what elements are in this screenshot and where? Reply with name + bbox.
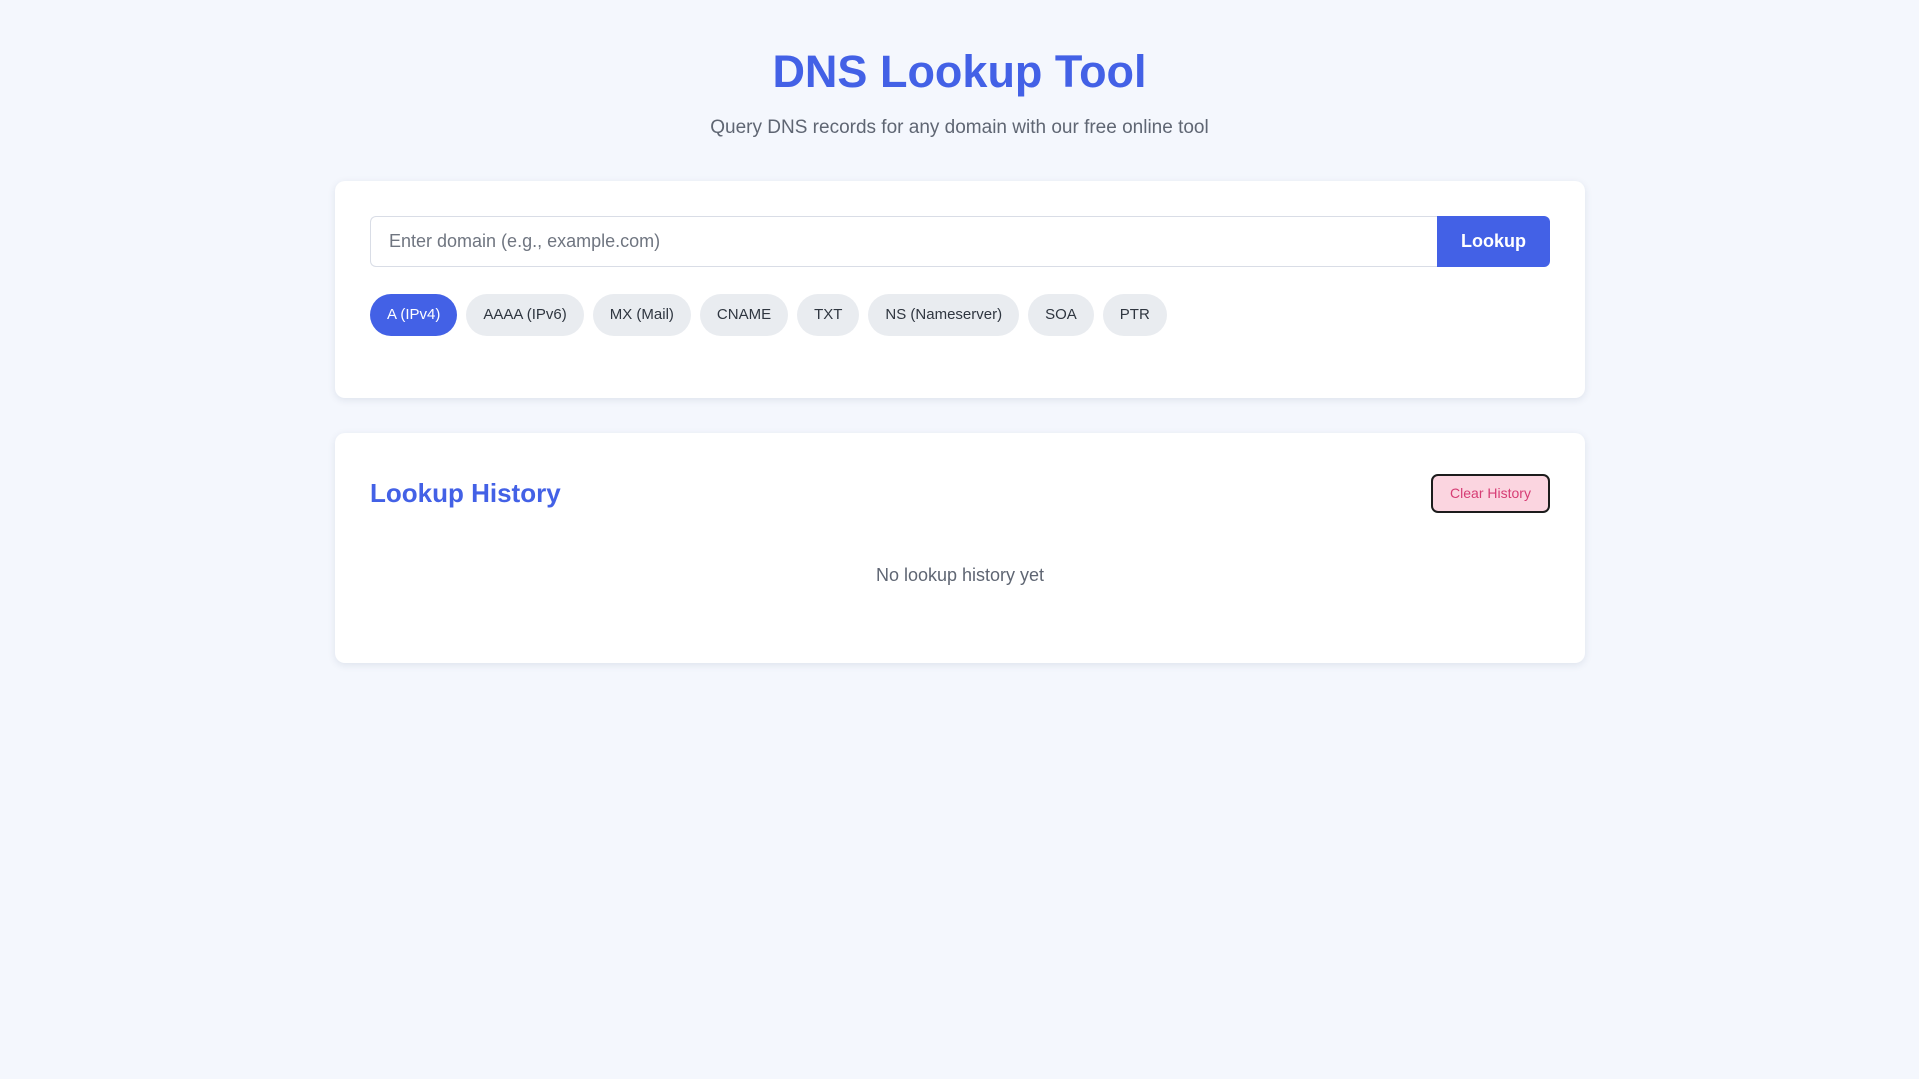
search-row: Lookup (370, 216, 1550, 267)
lookup-button[interactable]: Lookup (1437, 216, 1550, 267)
record-type-mx[interactable]: MX (Mail) (592, 294, 691, 336)
history-empty-message: No lookup history yet (875, 565, 1045, 585)
page: DNS Lookup Tool Query DNS records for an… (0, 0, 1919, 1079)
clear-history-button[interactable]: Clear History (1431, 473, 1550, 513)
page-subtitle: Query DNS records for any domain with ou… (710, 117, 1209, 138)
record-type-cname[interactable]: CNAME (699, 294, 789, 336)
record-type-txt[interactable]: TXT (797, 294, 860, 336)
record-type-a[interactable]: A (IPv4) (370, 294, 458, 336)
page-header: DNS Lookup Tool Query DNS records for an… (0, 0, 1919, 142)
record-type-aaaa[interactable]: AAAA (IPv6) (466, 294, 584, 336)
history-header: Lookup History Clear History (370, 473, 1550, 513)
record-type-soa[interactable]: SOA (1028, 294, 1094, 336)
domain-input[interactable] (370, 216, 1437, 267)
page-title: DNS Lookup Tool (772, 46, 1147, 97)
record-type-ptr[interactable]: PTR (1102, 294, 1167, 336)
history-title: Lookup History (370, 477, 561, 508)
record-type-selector: A (IPv4) AAAA (IPv6) MX (Mail) CNAME TXT… (370, 294, 1550, 336)
history-card: Lookup History Clear History No lookup h… (335, 433, 1585, 663)
record-type-ns[interactable]: NS (Nameserver) (868, 294, 1020, 336)
search-card: Lookup A (IPv4) AAAA (IPv6) MX (Mail) CN… (335, 181, 1585, 398)
